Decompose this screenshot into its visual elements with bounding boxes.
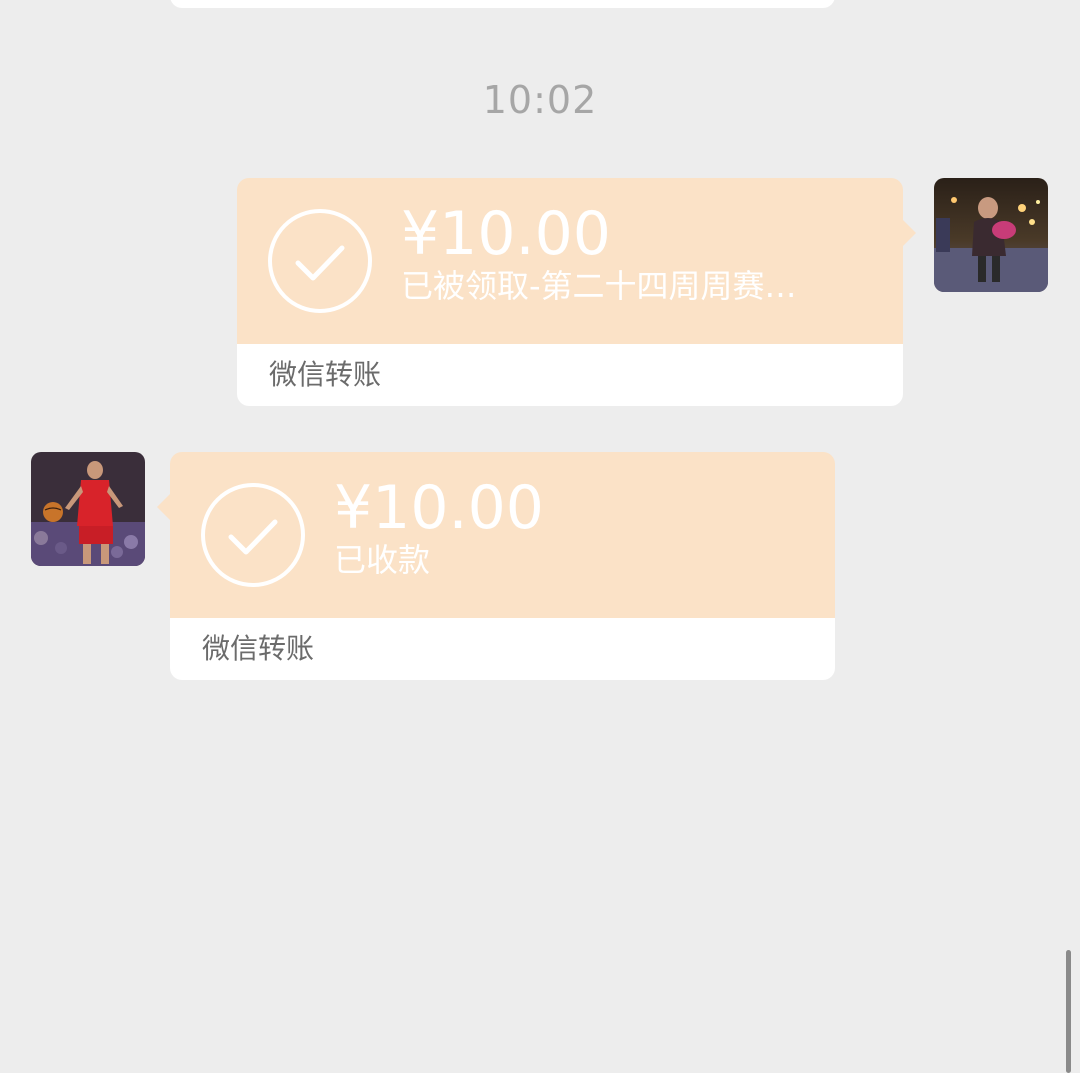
avatar-photo-night-street-icon xyxy=(934,178,1048,292)
receiver-avatar[interactable] xyxy=(31,452,145,566)
avatar-photo-basketball-player-icon xyxy=(31,452,145,566)
transfer-status: 已收款 xyxy=(334,541,431,579)
transfer-source-label: 微信转账 xyxy=(170,618,835,680)
check-circle-icon xyxy=(267,208,373,314)
check-circle-icon xyxy=(200,482,306,588)
transfer-source-label: 微信转账 xyxy=(237,344,903,406)
vertical-scrollbar[interactable] xyxy=(1066,950,1071,1073)
transfer-amount: ¥10.00 xyxy=(401,199,611,269)
transfer-card-header: ¥10.00 已被领取-第二十四周周赛… xyxy=(237,178,916,344)
transfer-status: 已被领取-第二十四周周赛… xyxy=(401,267,797,305)
sender-avatar[interactable] xyxy=(934,178,1048,292)
transfer-card-header: ¥10.00 已收款 xyxy=(157,452,835,618)
bubble-tail xyxy=(157,494,170,520)
bubble-tail xyxy=(903,220,916,246)
chat-timestamp: 10:02 xyxy=(482,78,598,122)
previous-message-bubble[interactable] xyxy=(170,0,835,8)
transfer-amount: ¥10.00 xyxy=(334,473,544,543)
transfer-message-sent[interactable]: ¥10.00 已被领取-第二十四周周赛… 微信转账 xyxy=(237,178,916,406)
transfer-message-received[interactable]: ¥10.00 已收款 微信转账 xyxy=(157,452,835,680)
